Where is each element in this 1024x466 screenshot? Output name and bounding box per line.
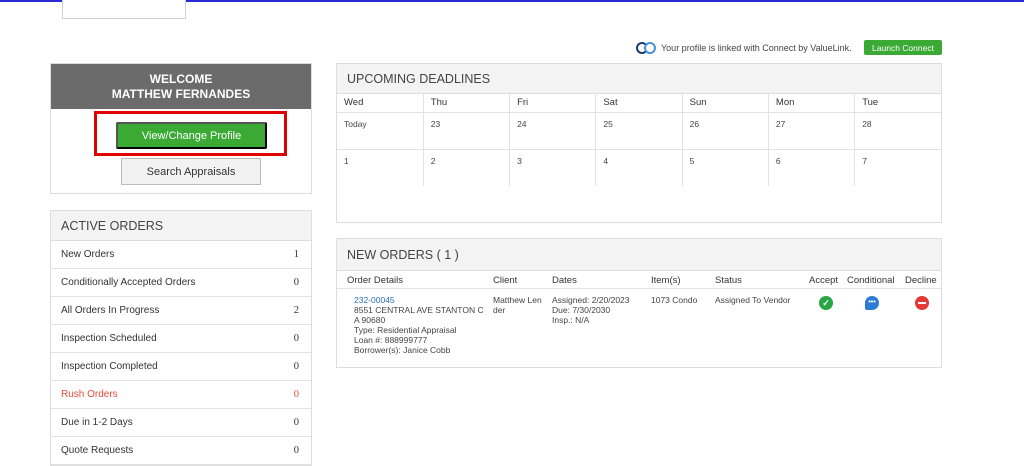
weekday-header: Fri (509, 94, 597, 113)
active-orders-panel: ACTIVE ORDERS New Orders 1 Conditionally … (50, 210, 312, 466)
calendar-day-cell[interactable]: 6 (768, 149, 856, 186)
client-name-cont: der (493, 305, 506, 315)
calendar-day-cell[interactable]: 28 (854, 112, 941, 150)
order-borrower: Borrower(s): Janice Cobb (354, 345, 451, 355)
active-order-label: Inspection Completed (61, 361, 158, 372)
active-order-all-in-progress[interactable]: All Orders In Progress 2 (51, 297, 311, 325)
welcome-header: WELCOME MATTHEW FERNANDES (51, 64, 311, 109)
active-order-label: Quote Requests (61, 445, 134, 456)
order-dates-cell: Assigned: 2/20/2023 Due: 7/30/2030 Insp.… (552, 295, 630, 325)
connect-status-text: Your profile is linked with Connect by V… (661, 43, 852, 53)
connect-logo-icon (636, 41, 658, 55)
active-order-count: 2 (293, 305, 299, 316)
deadline-calendar: Wed Thu Fri Sat Sun Mon Tue Today 23 24 … (337, 94, 941, 186)
active-order-count: 1 (293, 249, 299, 260)
active-order-count: 0 (293, 361, 299, 372)
calendar-day-cell[interactable]: 23 (423, 112, 511, 150)
col-conditional: Conditional (847, 275, 895, 286)
connect-status: Your profile is linked with Connect by V… (636, 40, 852, 56)
col-accept: Accept (809, 275, 839, 286)
accept-check-icon[interactable]: ✓ (819, 296, 833, 310)
active-order-conditionally-accepted[interactable]: Conditionally Accepted Orders 0 (51, 269, 311, 297)
calendar-week-row: 1 2 3 4 5 6 7 (337, 149, 941, 186)
order-details-cell: 232-00045 8551 CENTRAL AVE STANTON C A 9… (354, 295, 484, 355)
calendar-day-cell[interactable]: 26 (682, 112, 769, 150)
calendar-day-cell[interactable]: 5 (682, 149, 769, 186)
conditional-chat-icon[interactable]: ••• (865, 296, 879, 310)
active-order-label: All Orders In Progress (61, 305, 160, 316)
active-order-rush-orders[interactable]: Rush Orders 0 (51, 381, 311, 409)
active-order-label: Rush Orders (61, 389, 118, 400)
active-order-count: 0 (293, 417, 299, 428)
order-address-cont: A 90680 (354, 315, 386, 325)
calendar-day-cell[interactable]: 1 (337, 149, 424, 186)
upcoming-deadlines-panel: UPCOMING DEADLINES Wed Thu Fri Sat Sun M… (336, 63, 942, 223)
col-dates: Dates (552, 275, 577, 286)
inspection-date: Insp.: N/A (552, 315, 590, 325)
calendar-day-cell[interactable]: Today (337, 112, 424, 150)
weekday-header: Sat (595, 94, 683, 113)
col-decline: Decline (905, 275, 937, 286)
order-items-cell: 1073 Condo (651, 295, 698, 305)
calendar-day-cell[interactable]: 25 (595, 112, 683, 150)
active-order-new-orders[interactable]: New Orders 1 (51, 241, 311, 269)
decline-minus-icon[interactable] (915, 296, 929, 310)
active-order-label: Inspection Scheduled (61, 333, 157, 344)
active-order-label: Due in 1-2 Days (61, 417, 133, 428)
calendar-day-cell[interactable]: 2 (423, 149, 511, 186)
weekday-header: Mon (768, 94, 856, 113)
calendar-day-cell[interactable]: 24 (509, 112, 597, 150)
col-items: Item(s) (651, 275, 681, 286)
col-order-details: Order Details (347, 275, 403, 286)
active-order-label: New Orders (61, 249, 115, 260)
active-order-due-1-2-days[interactable]: Due in 1-2 Days 0 (51, 409, 311, 437)
weekday-header: Tue (854, 94, 941, 113)
order-address: 8551 CENTRAL AVE STANTON C (354, 305, 484, 315)
search-appraisals-button[interactable]: Search Appraisals (121, 158, 261, 185)
active-order-quote-requests[interactable]: Quote Requests 0 (51, 437, 311, 465)
active-order-count: 0 (293, 445, 299, 456)
weekday-header: Thu (423, 94, 511, 113)
calendar-day-cell[interactable]: 7 (855, 149, 941, 186)
new-orders-column-headers: Order Details Client Dates Item(s) Statu… (337, 271, 941, 289)
col-client: Client (493, 275, 518, 286)
launch-connect-button[interactable]: Launch Connect (864, 40, 942, 55)
order-loan: Loan #: 888999777 (354, 335, 428, 345)
welcome-panel: WELCOME MATTHEW FERNANDES View/Change Pr… (50, 63, 312, 194)
calendar-day-cell[interactable]: 27 (768, 112, 856, 150)
client-name: Matthew Len (493, 295, 542, 305)
weekday-header: Wed (337, 94, 424, 113)
active-order-count: 0 (293, 277, 299, 288)
calendar-week-row: Today 23 24 25 26 27 28 (337, 112, 941, 150)
calendar-weekday-row: Wed Thu Fri Sat Sun Mon Tue (337, 94, 941, 113)
user-name: MATTHEW FERNANDES (111, 87, 251, 101)
order-status-cell: Assigned To Vendor (715, 295, 791, 305)
active-order-count: 0 (293, 333, 299, 344)
weekday-header: Sun (682, 94, 769, 113)
active-orders-title: ACTIVE ORDERS (51, 211, 311, 241)
active-order-inspection-completed[interactable]: Inspection Completed 0 (51, 353, 311, 381)
view-change-profile-button[interactable]: View/Change Profile (116, 122, 267, 149)
calendar-day-cell[interactable]: 3 (509, 149, 597, 186)
table-row: 232-00045 8551 CENTRAL AVE STANTON C A 9… (337, 289, 941, 367)
order-number-link[interactable]: 232-00045 (354, 295, 484, 305)
active-order-label: Conditionally Accepted Orders (61, 277, 196, 288)
welcome-title: WELCOME (149, 72, 213, 86)
upcoming-deadlines-title: UPCOMING DEADLINES (337, 64, 941, 94)
calendar-day-cell[interactable]: 4 (595, 149, 683, 186)
order-client-cell: Matthew Len der (493, 295, 542, 315)
assigned-date: Assigned: 2/20/2023 (552, 295, 630, 305)
due-date: Due: 7/30/2030 (552, 305, 611, 315)
header-tab[interactable] (62, 0, 186, 19)
new-orders-panel: NEW ORDERS ( 1 ) Order Details Client Da… (336, 238, 942, 368)
active-order-count: 0 (293, 389, 299, 400)
new-orders-title: NEW ORDERS ( 1 ) (337, 239, 941, 271)
order-type: Type: Residential Appraisal (354, 325, 457, 335)
col-status: Status (715, 275, 742, 286)
active-order-inspection-scheduled[interactable]: Inspection Scheduled 0 (51, 325, 311, 353)
